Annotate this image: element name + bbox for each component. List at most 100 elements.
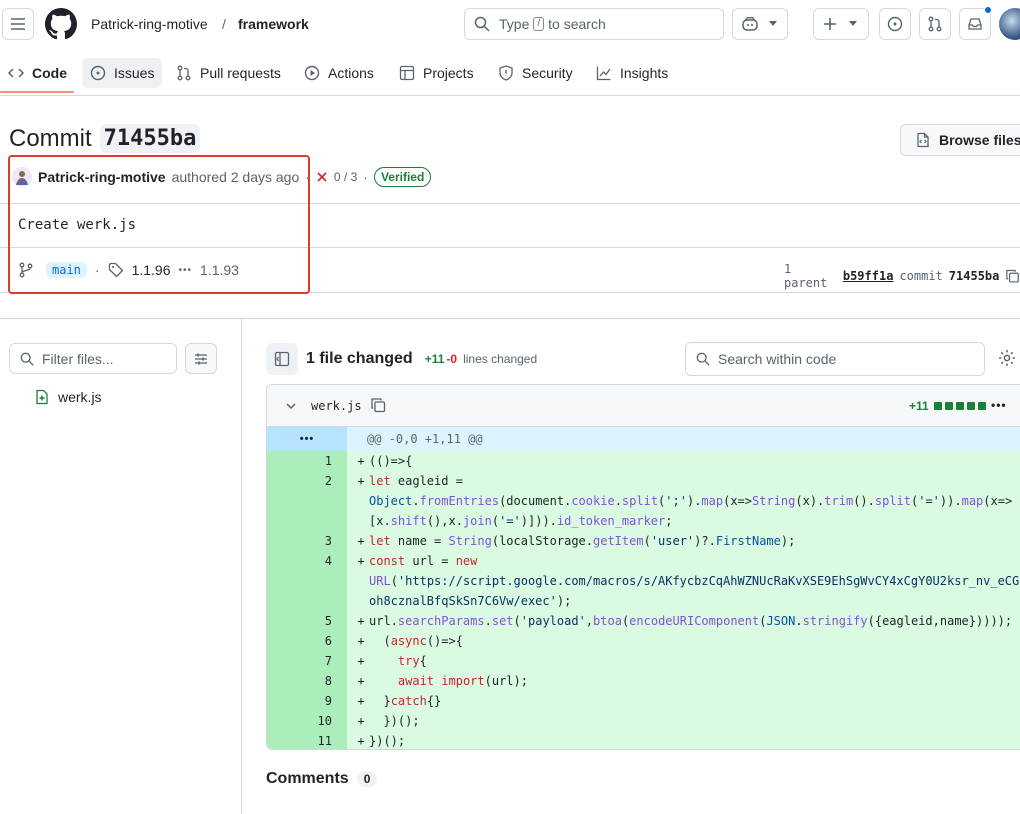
diff-summary: 1 file changed +11 -0 lines changed bbox=[306, 350, 537, 368]
issue-opened-icon bbox=[887, 16, 903, 32]
filter-placeholder: Filter files... bbox=[42, 350, 114, 367]
breadcrumb-owner[interactable]: Patrick-ring-motive bbox=[91, 16, 208, 32]
diff-line: 7 + try{ bbox=[267, 651, 1020, 671]
git-branch-icon bbox=[19, 262, 33, 278]
tab-projects[interactable]: Projects bbox=[391, 58, 482, 88]
diff-sign: + bbox=[357, 734, 365, 748]
search-icon bbox=[474, 16, 490, 32]
copy-icon[interactable] bbox=[370, 397, 386, 413]
issues-button[interactable] bbox=[879, 8, 911, 40]
line-number[interactable]: 7 bbox=[267, 651, 347, 671]
issue-icon bbox=[90, 65, 106, 81]
code-content: (()=>{ bbox=[369, 454, 413, 468]
diff-line: 6 + (async()=>{ bbox=[267, 631, 1020, 651]
diff-line: 10 + })(); bbox=[267, 711, 1020, 731]
stat-square bbox=[944, 402, 953, 410]
x-icon[interactable] bbox=[316, 171, 328, 183]
meta-separator: · bbox=[363, 169, 368, 185]
sidebar-divider bbox=[241, 318, 242, 814]
checks-status[interactable]: 0 / 3 bbox=[334, 170, 357, 184]
diff-file-name[interactable]: werk.js bbox=[311, 399, 362, 413]
more-tags-button[interactable]: ••• bbox=[179, 265, 193, 276]
diff-lines: 1 + (()=>{ 2 + let eagleid = Object.from… bbox=[267, 451, 1020, 749]
filter-options-button[interactable] bbox=[185, 343, 217, 374]
branch-badge[interactable]: main bbox=[46, 262, 87, 278]
filter-files-input[interactable]: Filter files... bbox=[9, 343, 177, 374]
browse-files-label: Browse files bbox=[939, 132, 1020, 148]
line-number[interactable]: 5 bbox=[267, 611, 347, 631]
hunk-header: ••• @@ -0,0 +1,11 @@ bbox=[267, 427, 1020, 451]
expand-dots: ••• bbox=[299, 433, 315, 445]
code-content: }catch{} bbox=[369, 694, 442, 708]
divider bbox=[0, 292, 1020, 293]
line-number[interactable]: 10 bbox=[267, 711, 347, 731]
diff-sign: + bbox=[357, 674, 365, 688]
chevron-down-icon[interactable] bbox=[285, 400, 297, 412]
breadcrumb-repo[interactable]: framework bbox=[238, 16, 309, 32]
lines-changed-label: lines changed bbox=[463, 352, 538, 366]
tab-pull-requests[interactable]: Pull requests bbox=[168, 58, 289, 88]
copilot-button[interactable] bbox=[732, 8, 788, 40]
browse-files-button[interactable]: Browse files bbox=[900, 124, 1020, 156]
divider bbox=[0, 247, 1020, 248]
tab-label: Insights bbox=[620, 65, 669, 81]
tab-issues[interactable]: Issues bbox=[82, 58, 163, 88]
avatar[interactable] bbox=[999, 8, 1020, 40]
copy-icon[interactable] bbox=[1005, 268, 1020, 284]
line-number[interactable]: 8 bbox=[267, 671, 347, 691]
meta-separator: · bbox=[305, 169, 310, 185]
line-number[interactable]: 9 bbox=[267, 691, 347, 711]
notification-dot bbox=[984, 6, 992, 14]
line-number[interactable]: 2 bbox=[267, 471, 347, 531]
menu-button[interactable] bbox=[2, 8, 34, 40]
search-shortcut-key: / bbox=[533, 17, 545, 31]
diff-line: 11 + })(); bbox=[267, 731, 1020, 749]
hunk-header-text: @@ -0,0 +1,11 @@ bbox=[367, 432, 483, 446]
divider bbox=[0, 203, 1020, 204]
line-number[interactable]: 11 bbox=[267, 731, 347, 749]
github-logo-icon[interactable] bbox=[45, 8, 77, 40]
tab-actions[interactable]: Actions bbox=[296, 58, 382, 88]
tag-link[interactable]: 1.1.96 bbox=[132, 262, 171, 278]
pull-requests-button[interactable] bbox=[919, 8, 951, 40]
code-content: })(); bbox=[369, 714, 420, 728]
repo-nav: Code Issues Pull requests Actions Projec… bbox=[0, 52, 1020, 96]
line-number[interactable]: 4 bbox=[267, 551, 347, 611]
tab-label: Issues bbox=[114, 65, 155, 81]
stat-square bbox=[933, 402, 942, 410]
author-link[interactable]: Patrick-ring-motive bbox=[38, 169, 166, 185]
author-avatar[interactable] bbox=[12, 167, 32, 187]
tab-security[interactable]: Security bbox=[490, 58, 581, 88]
file-tree-item[interactable]: werk.js bbox=[34, 389, 102, 405]
file-tree-item-label: werk.js bbox=[58, 389, 102, 405]
verified-badge[interactable]: Verified bbox=[373, 167, 432, 187]
search-within-code-input[interactable]: Search within code bbox=[685, 342, 985, 376]
diff-line: 1 + (()=>{ bbox=[267, 451, 1020, 471]
gear-icon[interactable] bbox=[998, 349, 1016, 367]
toggle-file-tree-button[interactable] bbox=[266, 343, 298, 375]
diff-line: 2 + let eagleid = Object.fromEntries(doc… bbox=[267, 471, 1020, 531]
files-changed-count: 1 file changed bbox=[306, 350, 413, 367]
expand-hunk-button[interactable]: ••• bbox=[267, 427, 347, 451]
parent-info: 1 parent b59ff1a commit 71455ba bbox=[784, 262, 1020, 290]
breadcrumb-separator: / bbox=[222, 16, 226, 32]
diff-line: 9 + }catch{} bbox=[267, 691, 1020, 711]
line-number[interactable]: 6 bbox=[267, 631, 347, 651]
tab-insights[interactable]: Insights bbox=[588, 58, 676, 88]
stat-square bbox=[955, 402, 964, 410]
file-options-button[interactable]: ••• bbox=[991, 398, 1007, 412]
parent-sha-link[interactable]: b59ff1a bbox=[843, 269, 894, 283]
inbox-icon bbox=[968, 18, 982, 30]
create-new-button[interactable] bbox=[813, 8, 869, 40]
line-number[interactable]: 3 bbox=[267, 531, 347, 551]
stat-square bbox=[966, 402, 975, 410]
tab-code[interactable]: Code bbox=[0, 58, 75, 88]
line-number[interactable]: 1 bbox=[267, 451, 347, 471]
graph-icon bbox=[596, 66, 611, 81]
global-search-input[interactable]: Type / to search bbox=[464, 8, 724, 40]
tag-link[interactable]: 1.1.93 bbox=[200, 262, 239, 278]
commit-refs: main · 1.1.96 ••• 1.1.93 bbox=[18, 260, 239, 280]
diff-sign: + bbox=[357, 614, 365, 628]
code-content: })(); bbox=[369, 734, 406, 748]
chevron-down-icon bbox=[769, 21, 777, 26]
